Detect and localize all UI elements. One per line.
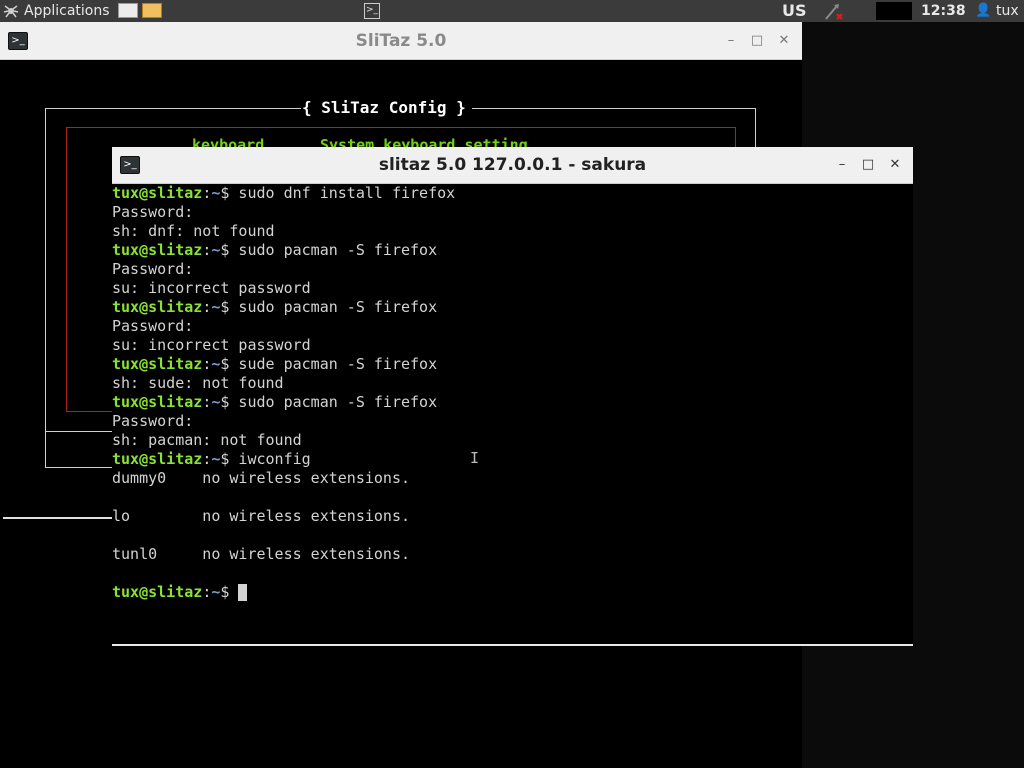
dialog-top-border-right bbox=[472, 108, 756, 109]
terminal-output-line: Password: bbox=[112, 260, 194, 278]
prompt-user: tux@slitaz bbox=[112, 241, 203, 259]
top-panel: Applications >_ US 12:38 👤 tux bbox=[0, 0, 1024, 22]
terminal-output-line: sh: sude: not found bbox=[112, 374, 284, 392]
command-text: iwconfig bbox=[229, 450, 311, 468]
terminal-output-line: Password: bbox=[112, 203, 194, 221]
config-dialog-title: { SliTaz Config } bbox=[302, 98, 466, 117]
terminal-command-line: tux@slitaz:~$ sudo pacman -S firefox bbox=[112, 393, 437, 412]
terminal-output-line: sh: dnf: not found bbox=[112, 222, 275, 240]
command-text bbox=[229, 583, 238, 601]
prompt-colon: : bbox=[202, 355, 212, 373]
command-text: sudo pacman -S firefox bbox=[229, 393, 438, 411]
terminal-output-line: Password: bbox=[112, 412, 194, 430]
command-text: sudo pacman -S firefox bbox=[229, 298, 438, 316]
terminal-cursor bbox=[238, 584, 248, 601]
close-icon[interactable]: ✕ bbox=[886, 156, 904, 174]
dialog-divider bbox=[46, 431, 112, 432]
workspace-2-button[interactable] bbox=[142, 3, 162, 18]
maximize-icon[interactable]: □ bbox=[748, 32, 766, 50]
prompt-user: tux@slitaz bbox=[112, 393, 203, 411]
terminal-titlebar[interactable]: >_ slitaz 5.0 127.0.0.1 - sakura – □ ✕ bbox=[112, 147, 913, 184]
prompt-user: tux@slitaz bbox=[112, 184, 203, 202]
terminal-output-line: lo no wireless extensions. bbox=[112, 507, 411, 525]
system-monitor-widget bbox=[876, 2, 912, 20]
clock[interactable]: 12:38 bbox=[921, 0, 966, 22]
minimize-icon[interactable]: – bbox=[833, 156, 851, 174]
user-icon: 👤 bbox=[975, 3, 992, 18]
user-name[interactable]: tux bbox=[996, 0, 1019, 22]
terminal-command-line: tux@slitaz:~$ sudo pacman -S firefox bbox=[112, 298, 437, 317]
network-icon[interactable] bbox=[823, 0, 845, 22]
dialog-bottom-line bbox=[3, 517, 112, 519]
applications-menu-icon[interactable] bbox=[3, 0, 19, 22]
prompt-colon: : bbox=[202, 298, 212, 316]
prompt-colon: : bbox=[202, 184, 212, 202]
terminal-output-line: su: incorrect password bbox=[112, 279, 311, 297]
terminal-title: slitaz 5.0 127.0.0.1 - sakura bbox=[378, 155, 647, 175]
minimize-icon[interactable]: – bbox=[722, 32, 740, 50]
applications-menu-button[interactable]: Applications bbox=[24, 0, 110, 22]
prompt-user: tux@slitaz bbox=[112, 355, 203, 373]
terminal-output-line: sh: pacman: not found bbox=[112, 431, 302, 449]
prompt-user: tux@slitaz bbox=[112, 298, 203, 316]
text-cursor-icon: I bbox=[470, 449, 480, 467]
command-text: sude pacman -S firefox bbox=[229, 355, 438, 373]
keyboard-layout-indicator[interactable]: US bbox=[782, 0, 807, 22]
prompt-colon: : bbox=[202, 393, 212, 411]
prompt-colon: : bbox=[202, 241, 212, 259]
terminal-output-line: dummy0 no wireless extensions. bbox=[112, 469, 411, 487]
terminal-task-icon[interactable]: >_ bbox=[364, 3, 380, 19]
prompt-user: tux@slitaz bbox=[112, 450, 203, 468]
terminal-command-line: tux@slitaz:~$ bbox=[112, 583, 248, 602]
prompt-colon: : bbox=[202, 450, 212, 468]
command-text: sudo pacman -S firefox bbox=[229, 241, 438, 259]
prompt-user: tux@slitaz bbox=[112, 583, 203, 601]
back-window-titlebar[interactable]: >_ SliTaz 5.0 – □ ✕ bbox=[0, 22, 802, 60]
back-window-title: SliTaz 5.0 bbox=[355, 31, 447, 51]
terminal-output-line: Password: bbox=[112, 317, 194, 335]
terminal-output-line: tunl0 no wireless extensions. bbox=[112, 545, 411, 563]
terminal-command-line: tux@slitaz:~$ sudo dnf install firefox bbox=[112, 184, 455, 203]
command-text: sudo dnf install firefox bbox=[229, 184, 456, 202]
terminal-output-line: su: incorrect password bbox=[112, 336, 311, 354]
workspace-1-button[interactable] bbox=[118, 3, 138, 18]
terminal-command-line: tux@slitaz:~$ sude pacman -S firefox bbox=[112, 355, 437, 374]
maximize-icon[interactable]: □ bbox=[859, 156, 877, 174]
prompt-colon: : bbox=[202, 583, 212, 601]
terminal-command-line: tux@slitaz:~$ iwconfig bbox=[112, 450, 311, 469]
close-icon[interactable]: ✕ bbox=[775, 32, 793, 50]
terminal-command-line: tux@slitaz:~$ sudo pacman -S firefox bbox=[112, 241, 437, 260]
dialog-top-border-left bbox=[45, 108, 301, 109]
